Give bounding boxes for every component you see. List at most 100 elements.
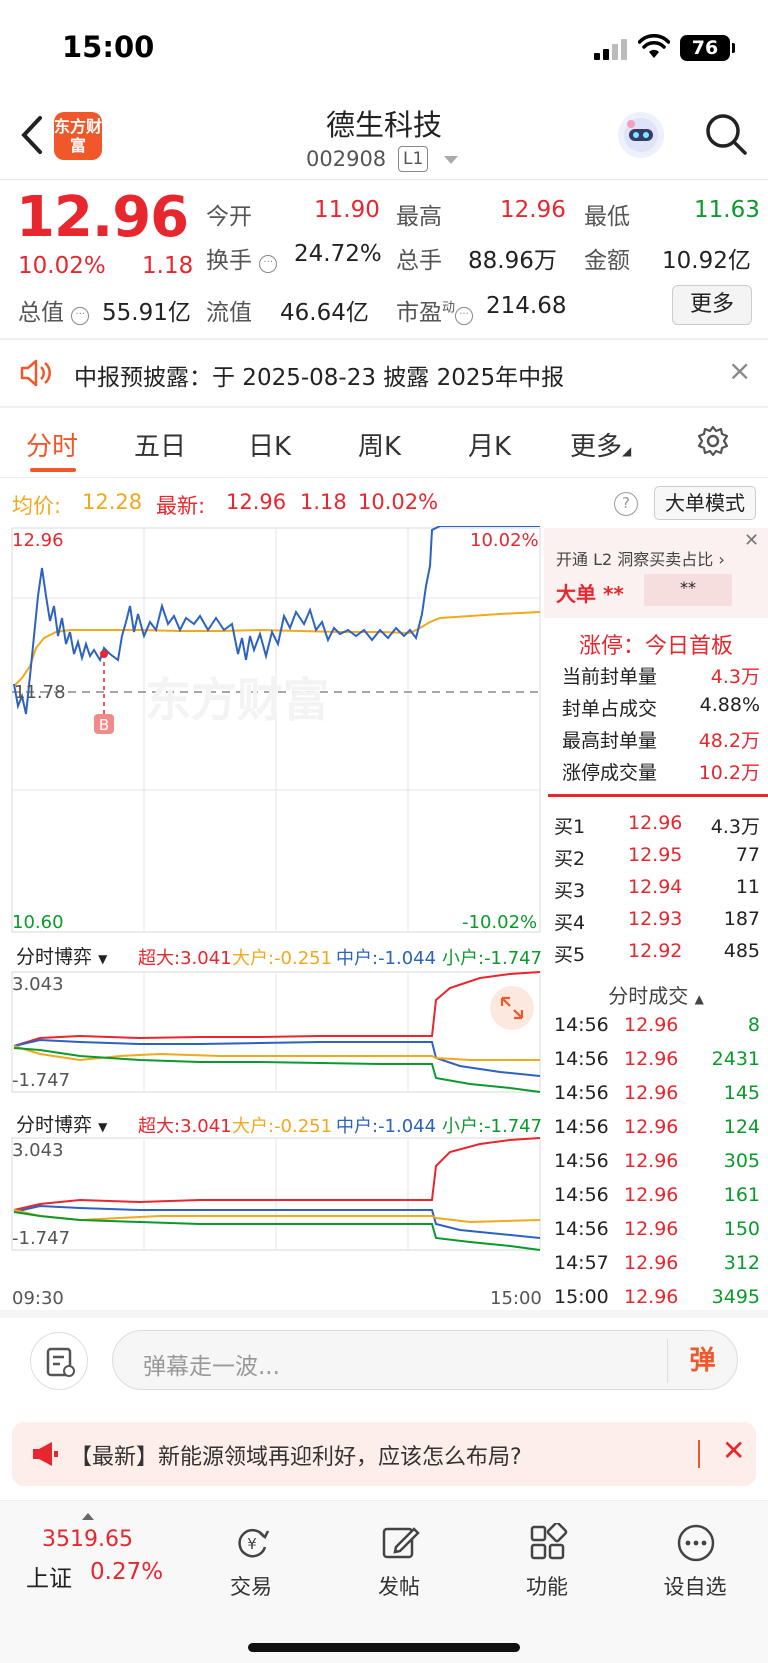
bid-row: 买2 12.95 77 <box>554 844 760 870</box>
stock-code: 002908 <box>306 147 387 171</box>
turnover-value: 24.72% <box>294 241 382 267</box>
robot-assistant-icon[interactable] <box>618 112 664 158</box>
amount-label: 金额 <box>584 248 630 274</box>
trade-row: 14:56 12.96 305 <box>554 1150 760 1172</box>
bid-row: 买3 12.94 11 <box>554 876 760 902</box>
limit-up-title: 涨停：今日首板 <box>578 634 733 659</box>
edit-icon <box>382 1527 420 1559</box>
bid-row: 买4 12.93 187 <box>554 908 760 934</box>
flow-super: 超大:3.041 <box>138 1116 232 1137</box>
news-text: 【最新】新能源领域再迎利好，应该怎么布局? <box>70 1445 522 1470</box>
tab-weekly-k[interactable]: 周K <box>358 426 401 463</box>
info-icon[interactable]: ··· <box>259 255 278 273</box>
latest-value: 12.96 <box>226 490 287 514</box>
big-order-mask: ** <box>644 574 732 606</box>
float-label: 流值 <box>206 300 252 326</box>
danmaku-button[interactable]: 弹 <box>667 1339 737 1383</box>
index-value[interactable]: 3519.65 <box>42 1527 133 1552</box>
last-price: 12.96 <box>16 185 189 250</box>
tab-intraday[interactable]: 分时 <box>26 426 78 463</box>
quote-panel: 12.96 10.02% 1.18 今开 11.90 最高 12.96 最低 1… <box>0 181 768 339</box>
high-value: 12.96 <box>500 197 566 223</box>
chevron-up-icon[interactable] <box>82 1513 94 1520</box>
intraday-chart-area[interactable]: 东方财富 B 12.96 10.02% 11.78 10.60 -10.02% <box>0 525 544 1320</box>
flow-mid: 中户:-1.044 <box>336 1116 437 1137</box>
chart-top-percent: 10.02% <box>470 530 539 551</box>
flow-dropdown-1[interactable]: 分时博弈 ▼ <box>16 942 107 969</box>
divider <box>548 794 768 797</box>
close-icon[interactable]: × <box>728 354 751 387</box>
limit-row: 最高封单量 48.2万 <box>562 730 760 752</box>
chart-tabs: 分时 五日 日K 周K 月K 更多◢ <box>0 410 768 478</box>
speaker-icon <box>20 359 51 387</box>
more-dots-icon <box>677 1524 715 1562</box>
help-icon[interactable]: ? <box>614 492 638 516</box>
flow-mid: 中户:-1.044 <box>336 948 437 969</box>
limit-row: 封单占成交 4.88% <box>562 694 760 720</box>
limit-row: 当前封单量 4.3万 <box>562 666 760 688</box>
divider <box>0 1310 768 1318</box>
flow-max: 3.043 <box>12 1140 64 1161</box>
chart-bottom-percent: -10.02% <box>462 912 538 933</box>
news-banner[interactable]: 【最新】新能源领域再迎利好，应该怎么布局? ✕ <box>12 1422 756 1486</box>
pe-value: 214.68 <box>486 293 567 319</box>
pe-label: 市盈动 ··· <box>396 293 474 327</box>
l2-promo[interactable]: 开通 L2 洞察买卖占比 › 大单 ** ** ✕ <box>544 528 768 618</box>
notice-bar[interactable]: 中报预披露：于 2025-08-23 披露 2025年中报 × <box>0 340 768 406</box>
buy-marker: B <box>99 716 109 734</box>
wifi-icon <box>638 34 670 58</box>
chevron-down-icon[interactable] <box>444 156 458 164</box>
index-percent[interactable]: 0.27% <box>90 1559 163 1585</box>
mcap-value: 55.91亿 <box>102 300 191 326</box>
danmaku-input[interactable]: 弹幕走一波... 弹 <box>112 1330 738 1390</box>
gear-icon[interactable] <box>696 424 730 458</box>
flow-dropdown-2[interactable]: 分时博弈 ▼ <box>16 1110 107 1137</box>
status-time: 15:00 <box>62 30 155 64</box>
float-value: 46.64亿 <box>280 300 369 326</box>
tab-daily-k[interactable]: 日K <box>248 426 291 463</box>
change-percent: 10.02% <box>18 253 106 279</box>
comment-bar: 弹幕走一波... 弹 <box>0 1318 768 1404</box>
limit-row: 涨停成交量 10.2万 <box>562 762 760 784</box>
info-icon[interactable]: ··· <box>71 307 90 325</box>
status-bar: 15:00 76 <box>0 0 768 90</box>
low-label: 最低 <box>584 204 630 230</box>
info-icon[interactable]: ··· <box>455 307 474 325</box>
home-indicator <box>248 1643 520 1652</box>
tab-monthly-k[interactable]: 月K <box>468 426 511 463</box>
bottom-nav: 3519.65 上证 0.27% ¥ 交易 发帖 功能 设自选 <box>0 1500 768 1663</box>
chart-bottom-price: 10.60 <box>12 912 64 933</box>
tab-more[interactable]: 更多◢ <box>570 426 631 463</box>
big-order-mode-button[interactable]: 大单模式 <box>654 486 756 520</box>
flow-small: 小户:-1.747 <box>442 948 543 969</box>
flow-max: 3.043 <box>12 974 64 995</box>
notice-text: 中报预披露：于 2025-08-23 披露 2025年中报 <box>74 365 565 391</box>
search-icon[interactable] <box>704 112 748 156</box>
time-end: 15:00 <box>490 1288 542 1309</box>
watermark: 东方财富 <box>145 673 329 727</box>
close-icon[interactable]: ✕ <box>722 1434 745 1467</box>
trade-row: 15:00 12.96 3495 <box>554 1286 760 1308</box>
active-tab-indicator <box>30 468 76 472</box>
level-badge: L1 <box>398 146 429 172</box>
trades-header[interactable]: 分时成交 ▲ <box>544 980 768 1009</box>
index-name[interactable]: 上证 <box>26 1559 72 1593</box>
time-start: 09:30 <box>12 1288 64 1309</box>
volume-value: 88.96万 <box>468 248 557 274</box>
flow-large: 大户:-0.251 <box>232 948 333 969</box>
latest-label: 最新: <box>156 494 206 518</box>
trade-icon: ¥ <box>238 1528 270 1558</box>
flow-super: 超大:3.041 <box>138 948 232 969</box>
flow-min: -1.747 <box>12 1228 71 1249</box>
amount-value: 10.92亿 <box>662 248 751 274</box>
more-button[interactable]: 更多 <box>672 285 752 325</box>
close-icon[interactable]: ✕ <box>744 530 759 551</box>
turnover-label: 换手 ··· <box>206 241 278 275</box>
divider <box>698 1440 700 1468</box>
avg-value: 12.28 <box>82 490 143 514</box>
comment-list-icon[interactable] <box>30 1332 88 1390</box>
tab-five-day[interactable]: 五日 <box>134 426 186 463</box>
order-book-panel: 开通 L2 洞察买卖占比 › 大单 ** ** ✕ 涨停：今日首板 当前封单量 4… <box>544 528 768 1308</box>
trade-row: 14:56 12.96 8 <box>554 1014 760 1036</box>
latest-change: 1.18 <box>300 490 347 514</box>
